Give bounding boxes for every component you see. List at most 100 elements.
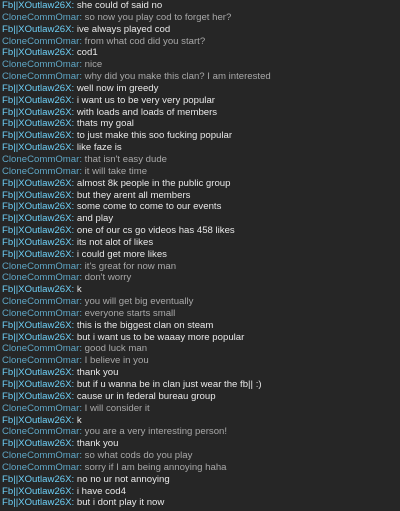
- sender-name[interactable]: Fb||XOutlaw26X: [2, 213, 72, 224]
- sender-name[interactable]: CloneCommOmar: [2, 272, 79, 283]
- sender-name[interactable]: CloneCommOmar: [2, 343, 79, 354]
- message-text: I believe in you: [84, 355, 149, 367]
- message-text: well now im greedy: [76, 82, 159, 94]
- chat-message: CloneCommOmar: why did you make this cla…: [0, 71, 400, 83]
- message-text: some come to come to our events: [76, 201, 222, 213]
- chat-message: Fb||XOutlaw26X: some come to come to our…: [0, 201, 400, 213]
- message-text: from what cod did you start?: [84, 35, 206, 47]
- sender-name[interactable]: Fb||XOutlaw26X: [2, 225, 72, 236]
- chat-message: Fb||XOutlaw26X: this is the biggest clan…: [0, 320, 400, 332]
- chat-message: Fb||XOutlaw26X: thank you: [0, 438, 400, 450]
- message-text: but if u wanna be in clan just wear the …: [76, 379, 262, 390]
- sender-name[interactable]: CloneCommOmar: [2, 71, 79, 82]
- sender-name[interactable]: Fb||XOutlaw26X: [2, 415, 72, 426]
- message-text: everyone starts small: [84, 307, 176, 319]
- sender-name[interactable]: Fb||XOutlaw26X: [2, 118, 72, 129]
- sender-name[interactable]: Fb||XOutlaw26X: [2, 24, 72, 35]
- sender-name[interactable]: CloneCommOmar: [2, 154, 79, 165]
- chat-message: CloneCommOmar: nice: [0, 59, 400, 71]
- sender-name[interactable]: CloneCommOmar: [2, 355, 79, 366]
- sender-name[interactable]: Fb||XOutlaw26X: [2, 438, 72, 449]
- chat-message: Fb||XOutlaw26X: k: [0, 415, 400, 427]
- chat-message: CloneCommOmar: I will consider it: [0, 403, 400, 415]
- chat-message: Fb||XOutlaw26X: k: [0, 284, 400, 296]
- sender-name[interactable]: Fb||XOutlaw26X: [2, 332, 72, 343]
- message-text: almost 8k people in the public group: [76, 177, 231, 189]
- message-text: ive always played cod: [76, 23, 171, 35]
- chat-message: Fb||XOutlaw26X: and play: [0, 213, 400, 225]
- message-text: it's great for now man: [84, 260, 177, 272]
- message-text: why did you make this clan? I am interes…: [84, 71, 271, 83]
- chat-message: Fb||XOutlaw26X: but they arent all membe…: [0, 190, 400, 202]
- chat-message: Fb||XOutlaw26X: its not alot of likes: [0, 237, 400, 249]
- sender-name[interactable]: Fb||XOutlaw26X: [2, 130, 72, 141]
- chat-message: CloneCommOmar: it will take time: [0, 166, 400, 178]
- chat-message: CloneCommOmar: don't worry: [0, 272, 400, 284]
- sender-name[interactable]: Fb||XOutlaw26X: [2, 178, 72, 189]
- sender-name[interactable]: CloneCommOmar: [2, 308, 79, 319]
- chat-message: CloneCommOmar: so now you play cod to fo…: [0, 12, 400, 24]
- chat-message: CloneCommOmar: I believe in you: [0, 355, 400, 367]
- sender-name[interactable]: CloneCommOmar: [2, 261, 79, 272]
- message-text: but i want us to be waaay more popular: [76, 331, 245, 343]
- chat-message: Fb||XOutlaw26X: one of our cs go videos …: [0, 225, 400, 237]
- sender-name[interactable]: Fb||XOutlaw26X: [2, 367, 72, 378]
- chat-message: Fb||XOutlaw26X: i have cod4: [0, 486, 400, 498]
- sender-name[interactable]: Fb||XOutlaw26X: [2, 142, 72, 153]
- chat-message: Fb||XOutlaw26X: ive always played cod: [0, 24, 400, 36]
- chat-message: CloneCommOmar: from what cod did you sta…: [0, 36, 400, 48]
- sender-name[interactable]: CloneCommOmar: [2, 296, 79, 307]
- sender-name[interactable]: Fb||XOutlaw26X: [2, 0, 72, 11]
- sender-name[interactable]: Fb||XOutlaw26X: [2, 320, 72, 331]
- message-text: don't worry: [84, 272, 132, 284]
- sender-name[interactable]: Fb||XOutlaw26X: [2, 83, 72, 94]
- message-text: with loads and loads of members: [76, 106, 218, 118]
- chat-message: Fb||XOutlaw26X: like faze is: [0, 142, 400, 154]
- sender-name[interactable]: Fb||XOutlaw26X: [2, 190, 72, 201]
- sender-name[interactable]: Fb||XOutlaw26X: [2, 486, 72, 497]
- chat-message: CloneCommOmar: you will get big eventual…: [0, 296, 400, 308]
- sender-name[interactable]: Fb||XOutlaw26X: [2, 284, 72, 295]
- sender-name[interactable]: CloneCommOmar: [2, 36, 79, 47]
- chat-message: Fb||XOutlaw26X: no no ur not annoying: [0, 474, 400, 486]
- sender-name[interactable]: CloneCommOmar: [2, 426, 79, 437]
- chat-message: CloneCommOmar: everyone starts small: [0, 308, 400, 320]
- message-text: thats my goal: [76, 118, 134, 130]
- message-text: but they arent all members: [76, 189, 191, 201]
- chat-message: Fb||XOutlaw26X: cod1: [0, 47, 400, 59]
- message-text: k: [76, 414, 82, 426]
- message-text: thank you: [76, 438, 119, 450]
- sender-name[interactable]: Fb||XOutlaw26X: [2, 237, 72, 248]
- message-text: i have cod4: [76, 485, 126, 497]
- sender-name[interactable]: Fb||XOutlaw26X: [2, 201, 72, 212]
- sender-name[interactable]: CloneCommOmar: [2, 12, 79, 23]
- sender-name[interactable]: Fb||XOutlaw26X: [2, 379, 72, 390]
- chat-message: CloneCommOmar: that isn't easy dude: [0, 154, 400, 166]
- sender-name[interactable]: Fb||XOutlaw26X: [2, 107, 72, 118]
- message-text: you will get big eventually: [84, 296, 194, 308]
- chat-message: Fb||XOutlaw26X: but i dont play it now: [0, 497, 400, 509]
- message-text: and play: [76, 213, 114, 225]
- message-text: but i dont play it now: [76, 497, 165, 509]
- chat-message: Fb||XOutlaw26X: almost 8k people in the …: [0, 178, 400, 190]
- sender-name[interactable]: Fb||XOutlaw26X: [2, 474, 72, 485]
- chat-message: Fb||XOutlaw26X: thank you: [0, 367, 400, 379]
- sender-name[interactable]: Fb||XOutlaw26X: [2, 391, 72, 402]
- sender-name[interactable]: Fb||XOutlaw26X: [2, 249, 72, 260]
- sender-name[interactable]: CloneCommOmar: [2, 462, 79, 473]
- sender-name[interactable]: CloneCommOmar: [2, 59, 79, 70]
- message-text: cause ur in federal bureau group: [76, 390, 216, 402]
- message-text: i want us to be very very popular: [76, 94, 215, 106]
- sender-name[interactable]: Fb||XOutlaw26X: [2, 95, 72, 106]
- sender-name[interactable]: CloneCommOmar: [2, 403, 79, 414]
- chat-message: Fb||XOutlaw26X: i could get more likes: [0, 249, 400, 261]
- sender-name[interactable]: CloneCommOmar: [2, 166, 79, 177]
- chat-message: Fb||XOutlaw26X: to just make this soo fu…: [0, 130, 400, 142]
- message-text: cod1: [76, 47, 98, 59]
- sender-name[interactable]: Fb||XOutlaw26X: [2, 497, 72, 508]
- sender-name[interactable]: CloneCommOmar: [2, 450, 79, 461]
- message-text: it will take time: [84, 165, 148, 177]
- chat-message: CloneCommOmar: good luck man: [0, 343, 400, 355]
- sender-name[interactable]: Fb||XOutlaw26X: [2, 47, 72, 58]
- message-text: you are a very interesting person!: [84, 426, 228, 438]
